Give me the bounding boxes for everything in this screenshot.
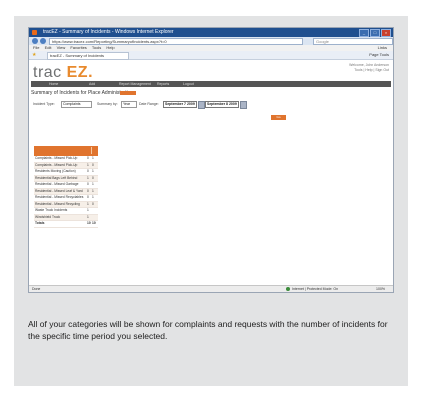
date-from-input[interactable]: September 7 2009 <box>163 101 197 108</box>
tracez-logo: trac EZ. <box>33 64 93 82</box>
incident-type-label: Incident Type: <box>33 102 55 106</box>
row-category: Residential - Missed Leaf & Yard <box>35 188 83 193</box>
calendar-from-icon[interactable] <box>198 101 205 109</box>
date-range-label: Date Range: <box>139 102 159 106</box>
logo-trac: trac <box>33 64 62 81</box>
row-value-b: 1 <box>92 182 94 186</box>
menu-tools[interactable]: Tools <box>92 45 101 50</box>
row-category: Windshield Truck <box>35 214 61 219</box>
window-controls: _ □ × <box>359 29 391 37</box>
user-links[interactable]: Tools | Help | Sign Out <box>349 68 389 73</box>
row-value-a: 0 <box>87 195 89 199</box>
address-bar-row: https://www.tracez.com/Reporting/Summary… <box>29 37 393 45</box>
window-title: tracEZ - Summary of Incidents - Windows … <box>43 29 174 35</box>
favorites-star-icon[interactable]: ★ <box>32 52 36 58</box>
row-value-a: 0 <box>87 169 89 173</box>
row-category: Residential - Missed Recycling <box>35 201 80 206</box>
row-value-a: 1 <box>87 175 89 180</box>
calendar-to-icon[interactable] <box>240 101 247 109</box>
row-category: Complaints - Missed Pick-Up <box>35 156 78 160</box>
row-value-b: 0 <box>92 175 94 180</box>
row-value-a: 1 <box>87 201 89 206</box>
row-category: Residential - Missed Garbage <box>35 182 79 186</box>
caption-text: All of your categories will be shown for… <box>28 319 388 341</box>
row-value-b: 1 <box>92 169 94 173</box>
page-title: Summary of Incidents for Place Administr… <box>31 90 134 96</box>
nav-home[interactable]: Home <box>49 81 58 87</box>
nav-add[interactable]: Add <box>89 81 95 87</box>
category-table: Complaints - Missed Pick-Up 0 1 Complaints… <box>34 146 98 228</box>
status-text: Done <box>32 287 41 291</box>
row-category: Residential - Missed Recyclables <box>35 195 84 199</box>
zoom-level[interactable]: 100% <box>376 286 385 292</box>
close-button[interactable]: × <box>381 29 391 37</box>
forward-icon[interactable] <box>40 38 46 44</box>
row-value-b: 0 <box>92 201 94 206</box>
date-to-input[interactable]: September 8 2009 <box>205 101 239 108</box>
browser-icon <box>32 30 37 35</box>
summary-by-select[interactable]: Year <box>121 101 137 108</box>
row-value-a: 1 <box>87 214 89 219</box>
menu-file[interactable]: File <box>33 45 39 50</box>
search-input[interactable]: Google <box>313 38 393 45</box>
row-value-a: 0 <box>87 182 89 186</box>
maximize-button[interactable]: □ <box>370 29 380 37</box>
row-category: Waste Truck Incidents <box>35 208 68 212</box>
browser-tab[interactable]: tracEZ - Summary of Incidents <box>47 52 129 60</box>
command-bar-tools[interactable]: Page Tools <box>369 52 389 58</box>
header-column <box>91 147 96 154</box>
row-value-a: 0 <box>87 156 89 160</box>
row-value-a: 1 <box>87 162 89 167</box>
security-zone: Internet | Protected Mode: On <box>286 286 338 292</box>
row-value-b: 1 <box>92 195 94 199</box>
row-value-a: 1 <box>87 208 89 212</box>
back-icon[interactable] <box>32 38 38 44</box>
nav-report-management[interactable]: Report Management <box>119 81 151 87</box>
total-label: Totals <box>35 221 45 225</box>
go-button[interactable]: Go <box>271 115 286 120</box>
favorites-bar: ★ tracEZ - Summary of Incidents Page Too… <box>29 51 393 60</box>
zone-text: Internet | Protected Mode: On <box>292 287 339 291</box>
menu-favorites[interactable]: Favorites <box>70 45 86 50</box>
main-nav: Home Add Report Management Reports Logou… <box>31 81 391 87</box>
row-category: Residents Moving (Caution) <box>35 169 76 173</box>
row-value-a: 0 <box>87 188 89 193</box>
row-value-b: 1 <box>92 156 94 160</box>
summary-by-label: Summary by: <box>97 102 118 106</box>
menu-edit[interactable]: Edit <box>45 45 52 50</box>
nav-logout[interactable]: Logout <box>183 81 194 87</box>
user-info: Welcome, John Anderson Tools | Help | Si… <box>349 63 389 73</box>
nav-reports[interactable]: Reports <box>157 81 169 87</box>
address-input[interactable]: https://www.tracez.com/Reporting/Summary… <box>49 38 303 45</box>
heading-action-button[interactable] <box>120 91 136 95</box>
logo-ez: EZ. <box>66 64 94 81</box>
row-category: Residential Bags Left Behind <box>35 175 78 180</box>
status-bar: Done Internet | Protected Mode: On 100% <box>29 285 393 292</box>
filter-row: Incident Type: Complaints Summary by: Ye… <box>31 101 391 109</box>
internet-zone-icon <box>286 287 290 292</box>
menu-help[interactable]: Help <box>106 45 114 50</box>
row-value-b: 1 <box>92 188 94 193</box>
window-titlebar: tracEZ - Summary of Incidents - Windows … <box>29 28 393 37</box>
row-value-b: 0 <box>92 162 94 167</box>
menu-view[interactable]: View <box>57 45 66 50</box>
minimize-button[interactable]: _ <box>359 29 369 37</box>
table-total-row: Totals 10 10 <box>34 221 98 228</box>
total-value-a: 10 <box>87 221 91 225</box>
incident-type-select[interactable]: Complaints <box>61 101 92 108</box>
row-category: Complaints - Missed Pick-Up <box>35 162 78 167</box>
browser-screenshot: tracEZ - Summary of Incidents - Windows … <box>28 27 394 293</box>
total-value-b: 10 <box>92 221 96 225</box>
table-header <box>34 146 98 156</box>
